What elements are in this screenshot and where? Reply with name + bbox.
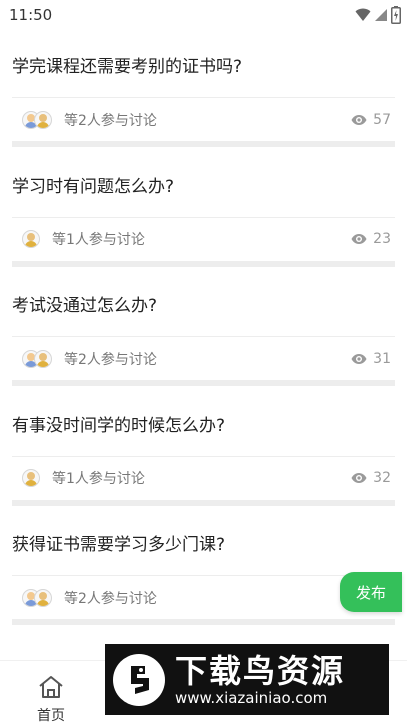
participant-count: 等2人参与讨论 [64, 351, 157, 368]
participant-avatars [22, 349, 52, 368]
card-separator [12, 619, 395, 625]
card-separator [12, 141, 395, 147]
card-separator [12, 499, 395, 506]
question-meta: 等2人参与讨论 57 [12, 98, 395, 141]
eye-icon [351, 473, 367, 483]
view-count: 57 [373, 111, 391, 128]
home-icon [39, 676, 63, 698]
avatar [34, 110, 52, 129]
watermark-url: www.xiazainiao.com [175, 688, 328, 707]
battery-icon [391, 6, 401, 24]
eye-icon [351, 234, 367, 244]
question-meta: 等2人参与讨论 31 [12, 337, 395, 380]
view-stat: 32 [351, 470, 391, 486]
status-bar: 11:50 [0, 0, 407, 30]
view-stat: 31 [351, 351, 391, 367]
question-title[interactable]: 学完课程还需要考别的证书吗? [12, 52, 242, 77]
avatar [22, 469, 40, 487]
question-card[interactable]: 学习时有问题怎么办? 等1人参与讨论 23 [0, 150, 407, 270]
card-separator [12, 260, 395, 267]
question-title[interactable]: 学习时有问题怎么办? [12, 172, 174, 197]
question-title[interactable]: 获得证书需要学习多少门课? [12, 530, 225, 555]
participant-count: 等1人参与讨论 [52, 471, 145, 487]
wifi-icon [355, 8, 371, 21]
avatar [22, 230, 40, 248]
question-meta: 等1人参与讨论 32 [12, 457, 395, 500]
avatar [34, 349, 52, 368]
eye-icon [351, 353, 367, 364]
participant-avatars [22, 469, 40, 487]
avatar [34, 588, 52, 607]
tab-home-label: 首页 [37, 708, 65, 724]
watermark-text: 下载鸟资源 www.xiazainiao.com [175, 653, 345, 707]
watermark-banner: 下载鸟资源 www.xiazainiao.com [105, 644, 389, 715]
status-icons [355, 6, 401, 24]
participant-avatars [22, 110, 52, 129]
view-stat: 23 [351, 231, 391, 247]
view-count: 32 [373, 470, 391, 486]
watermark-title: 下载鸟资源 [175, 651, 346, 690]
question-list: 学完课程还需要考别的证书吗? 等2人参与讨论 57 学习时有问题怎么办? 等1人… [0, 30, 407, 628]
question-title[interactable]: 有事没时间学的时候怎么办? [12, 411, 225, 436]
question-card[interactable]: 有事没时间学的时候怎么办? 等1人参与讨论 32 [0, 389, 407, 509]
participant-avatars [22, 588, 52, 607]
tab-home[interactable]: 首页 [28, 675, 74, 725]
participant-count: 等2人参与讨论 [64, 590, 157, 607]
view-stat: 57 [351, 112, 391, 128]
question-meta: 等2人参与讨论 [12, 576, 395, 619]
bird-logo-icon [113, 653, 165, 706]
participant-count: 等2人参与讨论 [64, 112, 157, 129]
view-count: 23 [373, 231, 391, 247]
view-count: 31 [373, 350, 391, 367]
participant-count: 等1人参与讨论 [52, 232, 145, 248]
participant-avatars [22, 230, 40, 248]
card-separator [12, 380, 395, 386]
signal-icon [375, 9, 387, 21]
publish-button[interactable]: 发布 [340, 572, 402, 612]
question-title[interactable]: 考试没通过怎么办? [12, 291, 157, 316]
eye-icon [351, 114, 367, 125]
question-card[interactable]: 学完课程还需要考别的证书吗? 等2人参与讨论 57 [0, 30, 407, 150]
question-card[interactable]: 考试没通过怎么办? 等2人参与讨论 31 [0, 269, 407, 389]
question-meta: 等1人参与讨论 23 [12, 218, 395, 261]
status-time: 11:50 [9, 6, 53, 24]
